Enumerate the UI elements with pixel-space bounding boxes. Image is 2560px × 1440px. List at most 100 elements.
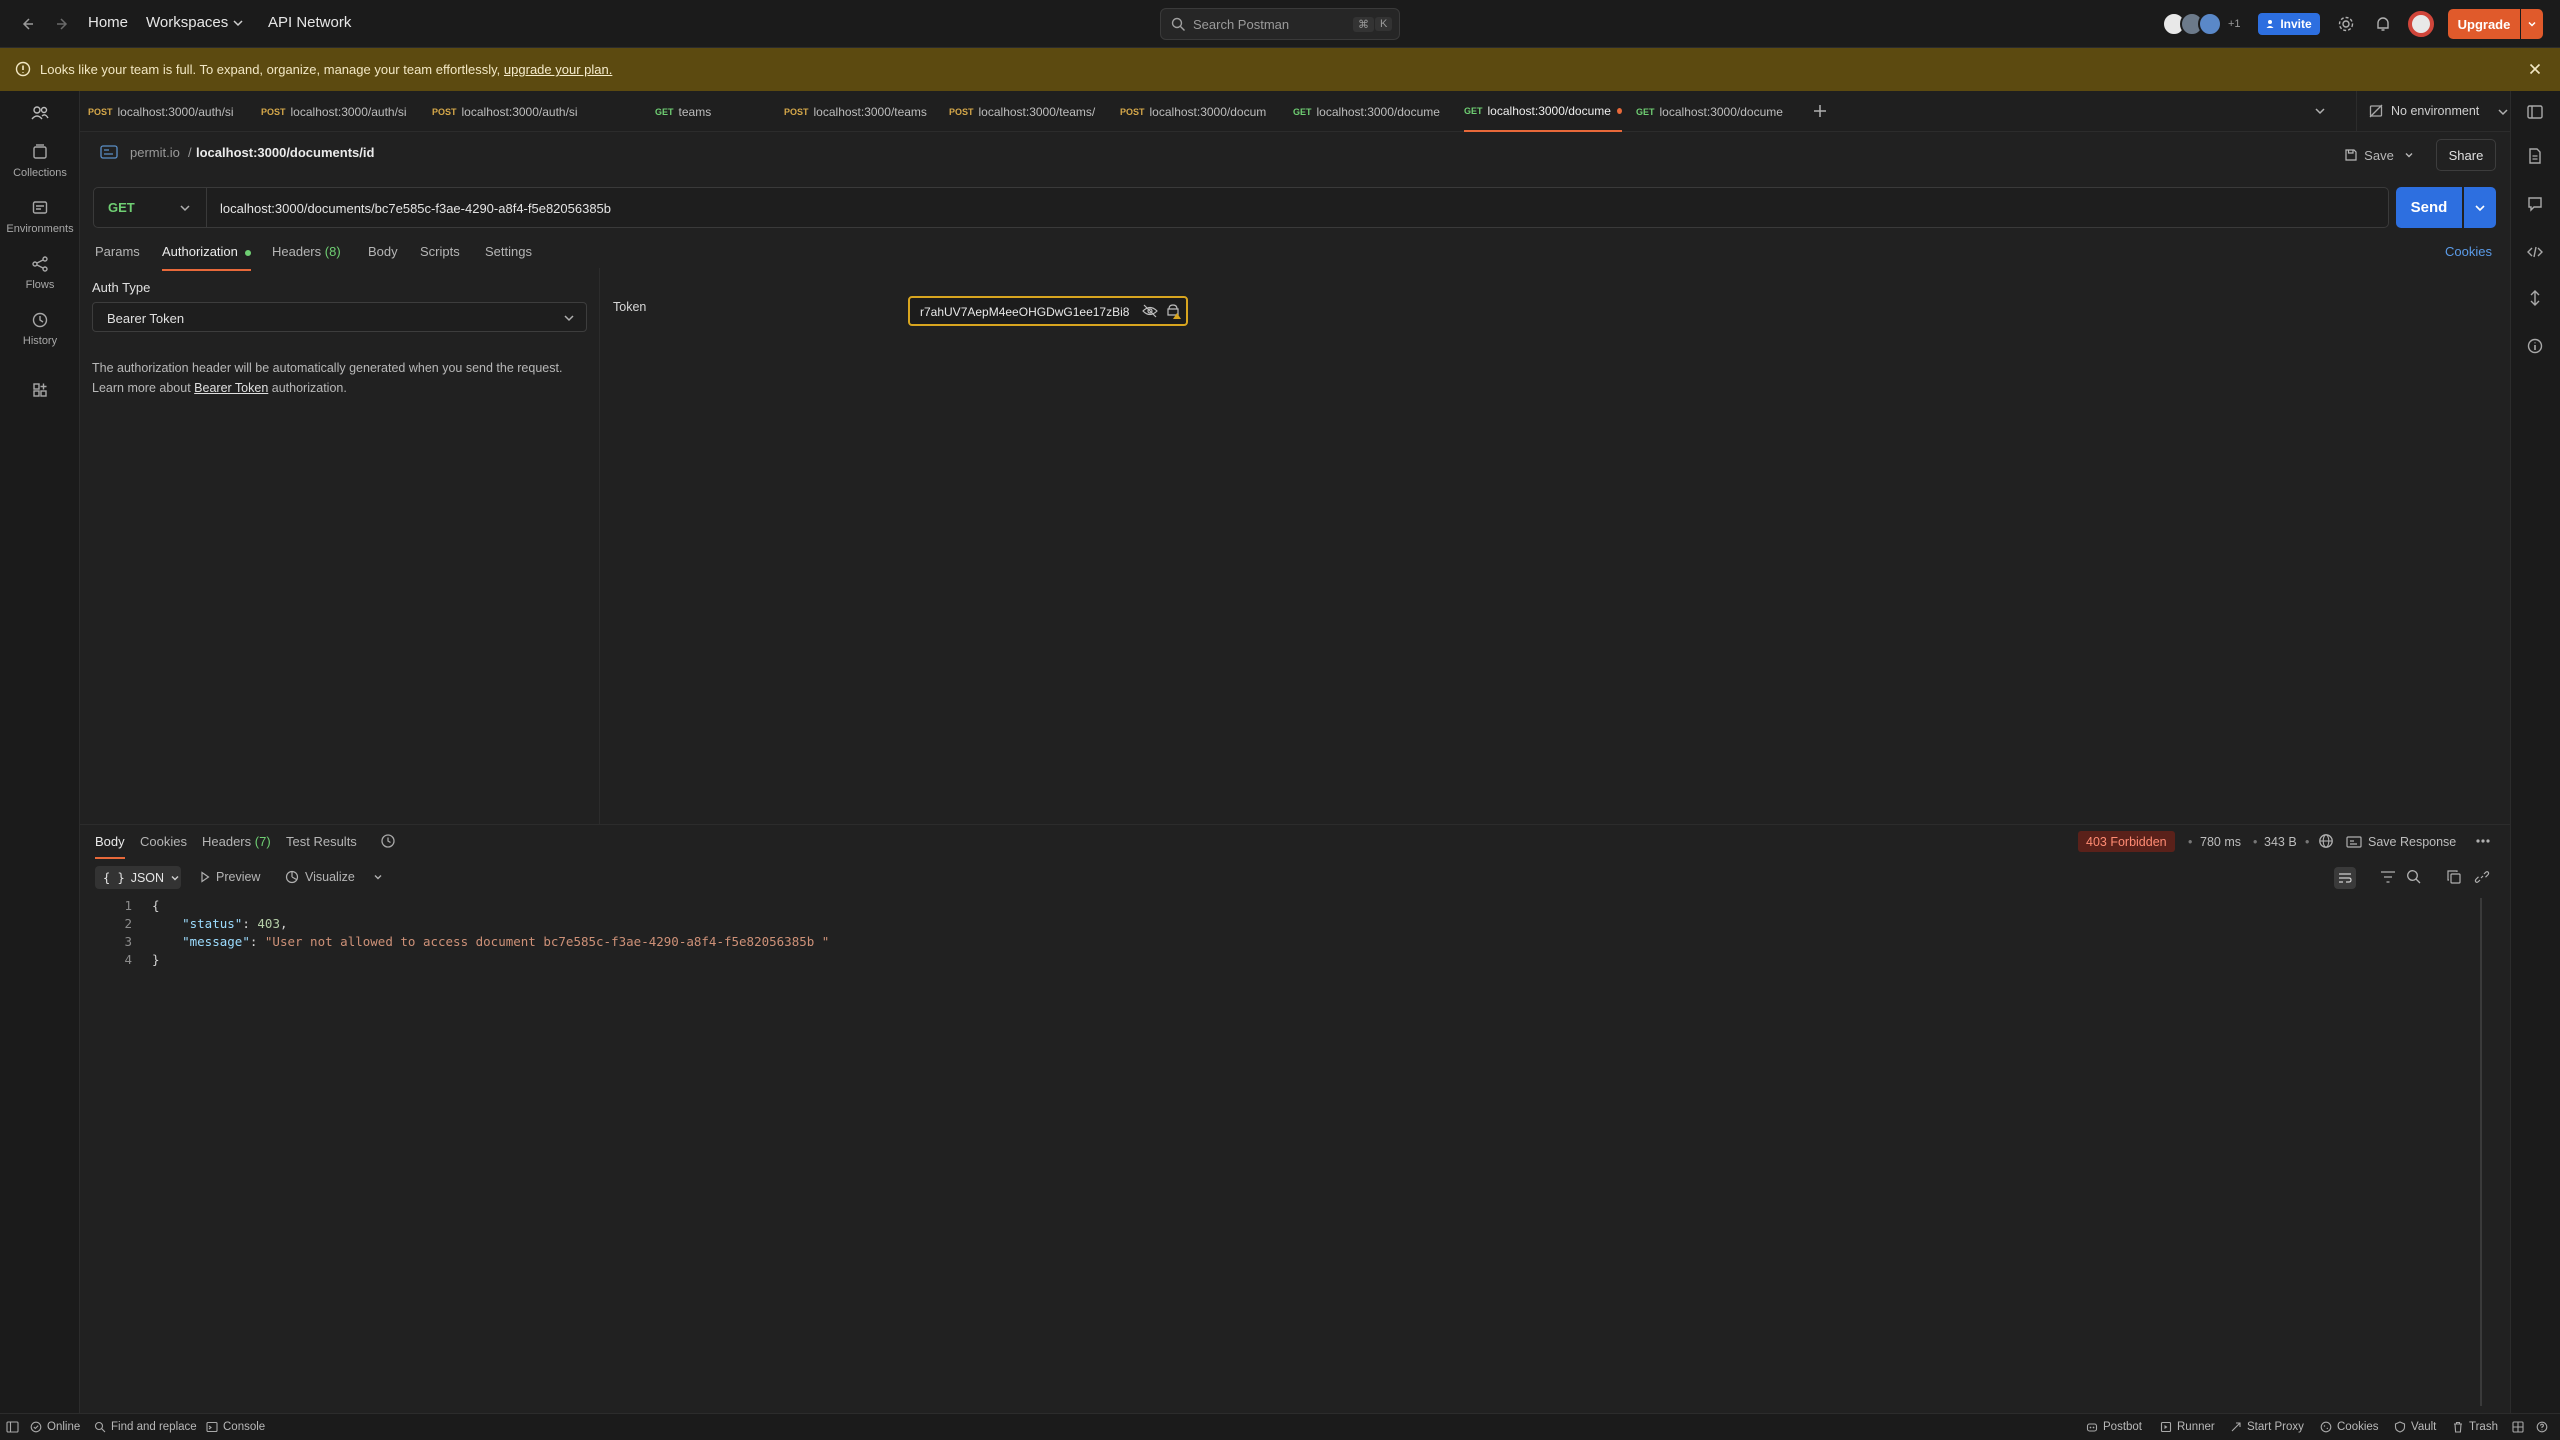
search-box[interactable]: Search Postman ⌘ K <box>1160 8 1400 40</box>
eye-off-icon[interactable] <box>1142 304 1158 318</box>
invite-button[interactable]: Invite <box>2258 13 2320 35</box>
vault-warning-icon[interactable] <box>1166 304 1182 320</box>
gear-icon[interactable] <box>2337 15 2355 33</box>
start-proxy-button[interactable]: Start Proxy <box>2230 1421 2304 1433</box>
tab-body[interactable]: Body <box>368 244 398 269</box>
sidebar-item-environments[interactable]: Environments <box>0 199 80 235</box>
panel-toggle-icon[interactable] <box>2526 103 2544 121</box>
tab-settings[interactable]: Settings <box>485 244 532 269</box>
help-icon[interactable] <box>2536 1421 2548 1433</box>
request-tab[interactable]: GET teams <box>655 91 765 132</box>
visualize-chevron-icon[interactable] <box>373 872 383 882</box>
request-tab[interactable]: POST localhost:3000/auth/si <box>261 91 413 132</box>
sidebar-item-history[interactable]: History <box>0 311 80 347</box>
tab-method: POST <box>1120 106 1145 117</box>
breadcrumb-workspace[interactable]: permit.io <box>130 145 180 160</box>
team-full-banner: Looks like your team is full. To expand,… <box>0 48 2560 91</box>
globe-icon[interactable] <box>2318 833 2334 849</box>
response-time[interactable]: 780 ms <box>2200 835 2241 849</box>
response-history-icon[interactable] <box>380 833 396 849</box>
invite-label: Invite <box>2280 17 2312 31</box>
request-tab[interactable]: POST localhost:3000/docum <box>1120 91 1272 132</box>
preview-button[interactable]: Preview <box>200 870 260 884</box>
info-icon[interactable] <box>2526 337 2544 355</box>
upgrade-button[interactable]: Upgrade <box>2448 9 2520 39</box>
status-badge[interactable]: 403 Forbidden <box>2078 831 2175 852</box>
token-input[interactable]: r7ahUV7AepM4eeOHGDwG1ee17zBi8 <box>908 296 1188 326</box>
sidebar-item-team[interactable] <box>0 103 80 129</box>
forward-arrow-icon[interactable] <box>54 15 72 33</box>
comments-icon[interactable] <box>2526 195 2544 213</box>
back-arrow-icon[interactable] <box>18 15 36 33</box>
request-tab[interactable]: GET localhost:3000/docume <box>1293 91 1443 132</box>
tabs-overflow-chevron-icon[interactable] <box>2314 105 2326 117</box>
method-select[interactable]: GET <box>94 188 207 227</box>
find-replace-button[interactable]: Find and replace <box>94 1421 197 1433</box>
sidebar-item-flows[interactable]: Flows <box>0 255 80 291</box>
new-tab-plus-icon[interactable] <box>1812 103 1828 119</box>
cookies-link[interactable]: Cookies <box>2445 244 2492 269</box>
search-icon[interactable] <box>2406 869 2422 885</box>
more-options-icon[interactable] <box>2475 838 2491 844</box>
response-tab-test-results[interactable]: Test Results <box>286 834 357 857</box>
auth-type-select[interactable]: Bearer Token <box>92 302 587 332</box>
response-tab-headers[interactable]: Headers (7) <box>202 834 271 857</box>
postbot-button[interactable]: Postbot <box>2086 1421 2142 1433</box>
documentation-icon[interactable] <box>2526 147 2544 165</box>
request-tab[interactable]: POST localhost:3000/auth/si <box>88 91 240 132</box>
request-tab[interactable]: POST localhost:3000/teams/ <box>949 91 1099 132</box>
request-tab[interactable]: POST localhost:3000/auth/si <box>432 91 584 132</box>
tab-authorization-label: Authorization <box>162 244 238 259</box>
visualize-button[interactable]: Visualize <box>285 870 355 884</box>
request-tab[interactable]: POST localhost:3000/teams <box>784 91 934 132</box>
user-avatar[interactable] <box>2408 11 2434 37</box>
online-status[interactable]: Online <box>30 1421 80 1433</box>
sidebar-item-collections[interactable]: Collections <box>0 143 80 179</box>
send-dropdown-button[interactable] <box>2464 187 2496 228</box>
nav-api-network[interactable]: API Network <box>268 14 351 31</box>
save-button[interactable]: Save <box>2340 139 2418 171</box>
vault-button[interactable]: Vault <box>2394 1421 2436 1433</box>
nav-workspaces[interactable]: Workspaces <box>146 14 228 31</box>
workspaces-chevron-icon[interactable] <box>232 17 244 29</box>
close-icon[interactable] <box>2527 61 2543 77</box>
request-name[interactable]: localhost:3000/documents/id <box>196 145 374 160</box>
bearer-token-link[interactable]: Bearer Token <box>194 381 268 395</box>
tab-authorization[interactable]: Authorization <box>162 244 251 271</box>
link-icon[interactable] <box>2474 869 2490 885</box>
code-icon[interactable] <box>2526 243 2544 261</box>
tab-scripts[interactable]: Scripts <box>420 244 460 269</box>
send-button[interactable]: Send <box>2396 187 2462 228</box>
request-tab-active[interactable]: GET localhost:3000/docume <box>1464 91 1622 132</box>
environment-selector[interactable]: No environment <box>2356 91 2512 132</box>
avatar[interactable] <box>2198 12 2222 36</box>
response-scrollbar[interactable] <box>2480 898 2482 1406</box>
cookies-button[interactable]: Cookies <box>2320 1421 2379 1433</box>
tab-params[interactable]: Params <box>95 244 140 269</box>
request-tab[interactable]: GET localhost:3000/docume <box>1636 91 1788 132</box>
layout-toggle-icon[interactable] <box>2512 1421 2524 1433</box>
upgrade-dropdown-button[interactable] <box>2521 9 2543 39</box>
upgrade-plan-link[interactable]: upgrade your plan. <box>504 62 612 77</box>
avatars-overflow-count[interactable]: +1 <box>2228 18 2241 30</box>
response-size[interactable]: 343 B <box>2264 835 2297 849</box>
format-select[interactable]: { } JSON <box>95 866 181 889</box>
trash-button[interactable]: Trash <box>2452 1421 2498 1433</box>
search-icon <box>1171 17 1186 32</box>
tab-headers[interactable]: Headers (8) <box>272 244 341 269</box>
wrap-lines-icon[interactable] <box>2334 867 2356 889</box>
runner-button[interactable]: Runner <box>2160 1421 2215 1433</box>
bell-icon[interactable] <box>2374 15 2392 33</box>
response-tab-cookies[interactable]: Cookies <box>140 834 187 857</box>
nav-home[interactable]: Home <box>88 14 128 31</box>
console-button[interactable]: Console <box>206 1421 265 1433</box>
related-collections-icon[interactable] <box>2526 289 2544 307</box>
copy-icon[interactable] <box>2446 869 2462 885</box>
toggle-sidebar-icon[interactable] <box>6 1421 19 1433</box>
save-response-button[interactable]: Save Response <box>2346 835 2456 849</box>
sidebar-item-apps[interactable] <box>0 381 80 405</box>
url-input[interactable]: localhost:3000/documents/bc7e585c-f3ae-4… <box>220 201 611 216</box>
filter-icon[interactable] <box>2380 870 2396 884</box>
response-tab-body[interactable]: Body <box>95 834 125 859</box>
share-button[interactable]: Share <box>2436 139 2496 171</box>
